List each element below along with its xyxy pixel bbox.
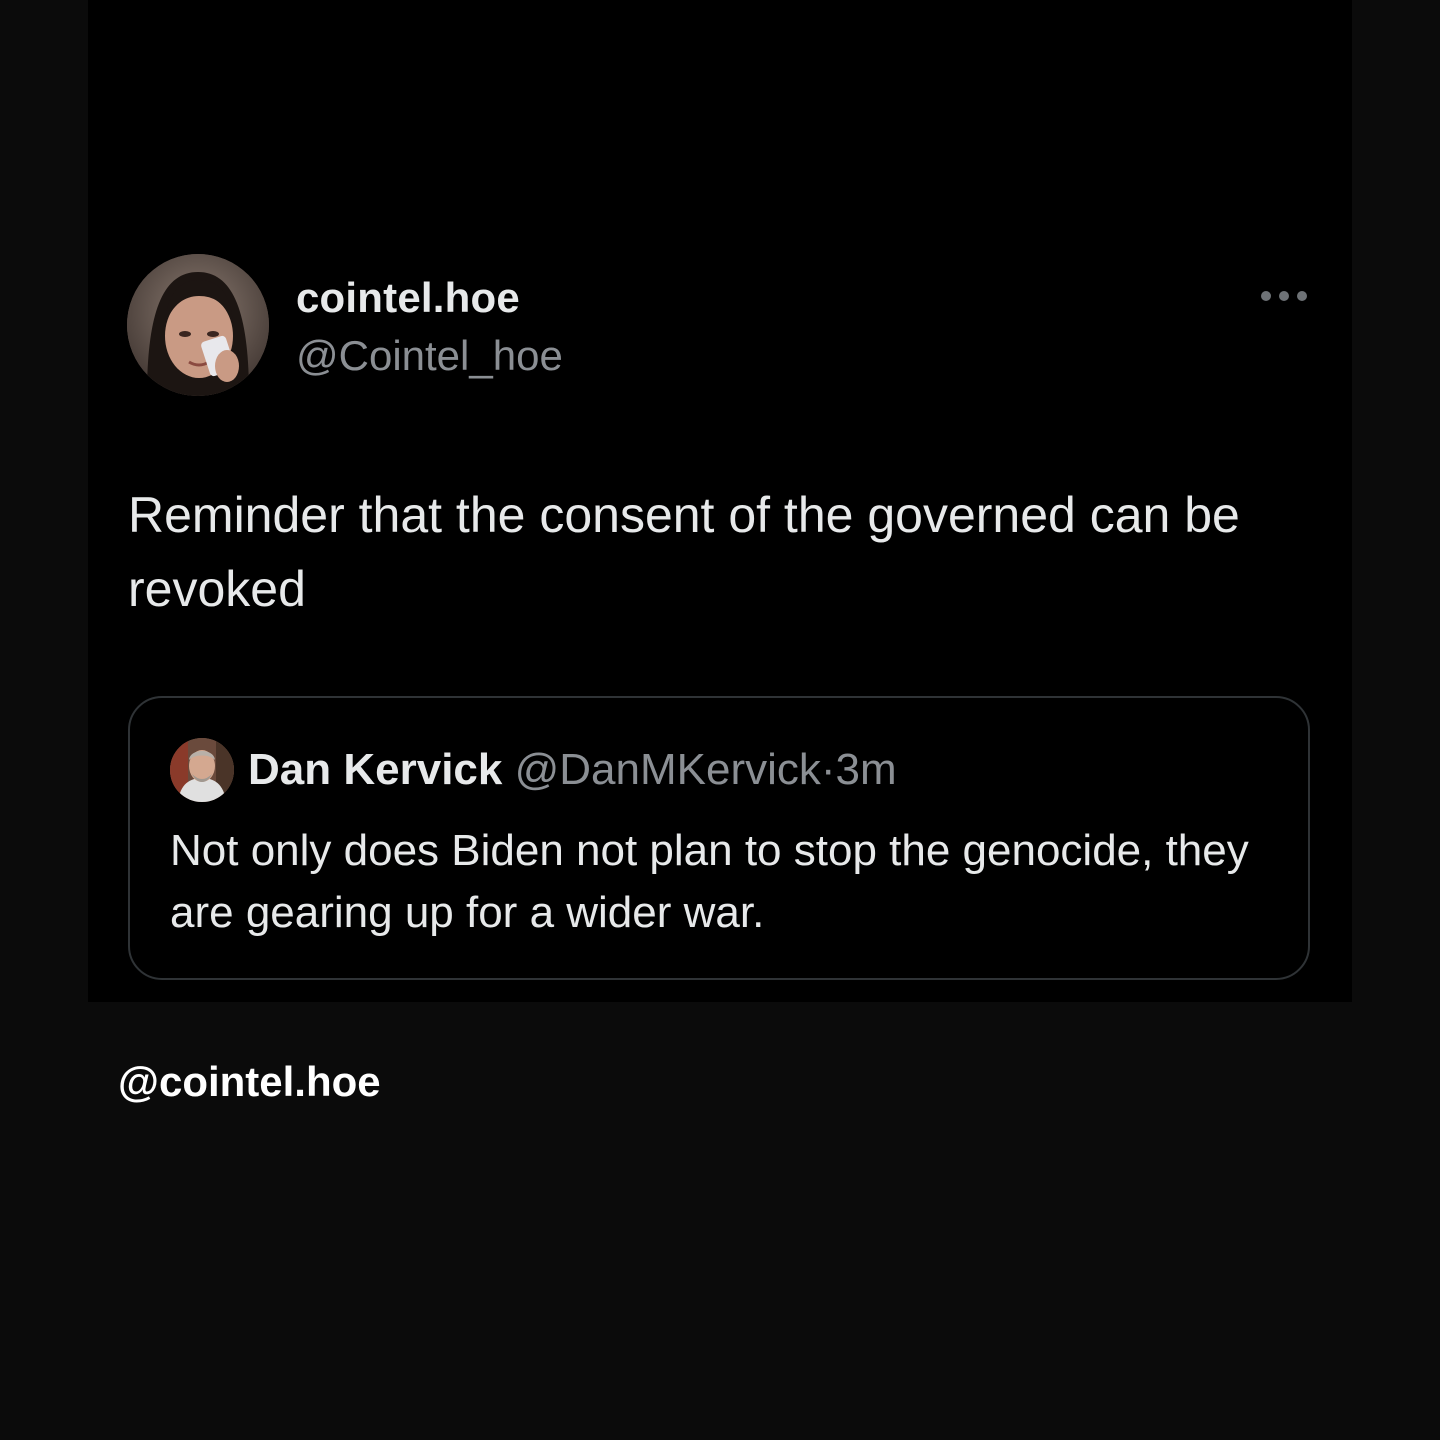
- author-avatar-image: [127, 254, 269, 396]
- quoted-author-handle[interactable]: @DanMKervick: [515, 745, 821, 794]
- post-image-frame: cointel.hoe @Cointel_hoe Reminder that t…: [0, 0, 1440, 1440]
- quoted-author-name[interactable]: Dan Kervick: [248, 745, 502, 794]
- more-options-icon[interactable]: [1258, 284, 1310, 308]
- quoted-tweet-card[interactable]: Dan Kervick @DanMKervick·3m Not only doe…: [128, 696, 1310, 980]
- author-display-name[interactable]: cointel.hoe: [296, 274, 520, 322]
- tweet-text: Reminder that the consent of the governe…: [128, 487, 1240, 617]
- quoted-author-avatar[interactable]: [170, 738, 234, 802]
- author-handle[interactable]: @Cointel_hoe: [296, 332, 563, 380]
- quoted-author-avatar-image: [170, 738, 234, 802]
- quoted-tweet-header: Dan Kervick @DanMKervick·3m: [248, 744, 897, 796]
- quoted-tweet-text: Not only does Biden not plan to stop the…: [170, 826, 1249, 937]
- watermark-handle: @cointel.hoe: [118, 1058, 381, 1105]
- quoted-tweet-time[interactable]: 3m: [836, 745, 897, 794]
- header-separator: ·: [820, 745, 836, 794]
- author-avatar[interactable]: [127, 254, 269, 396]
